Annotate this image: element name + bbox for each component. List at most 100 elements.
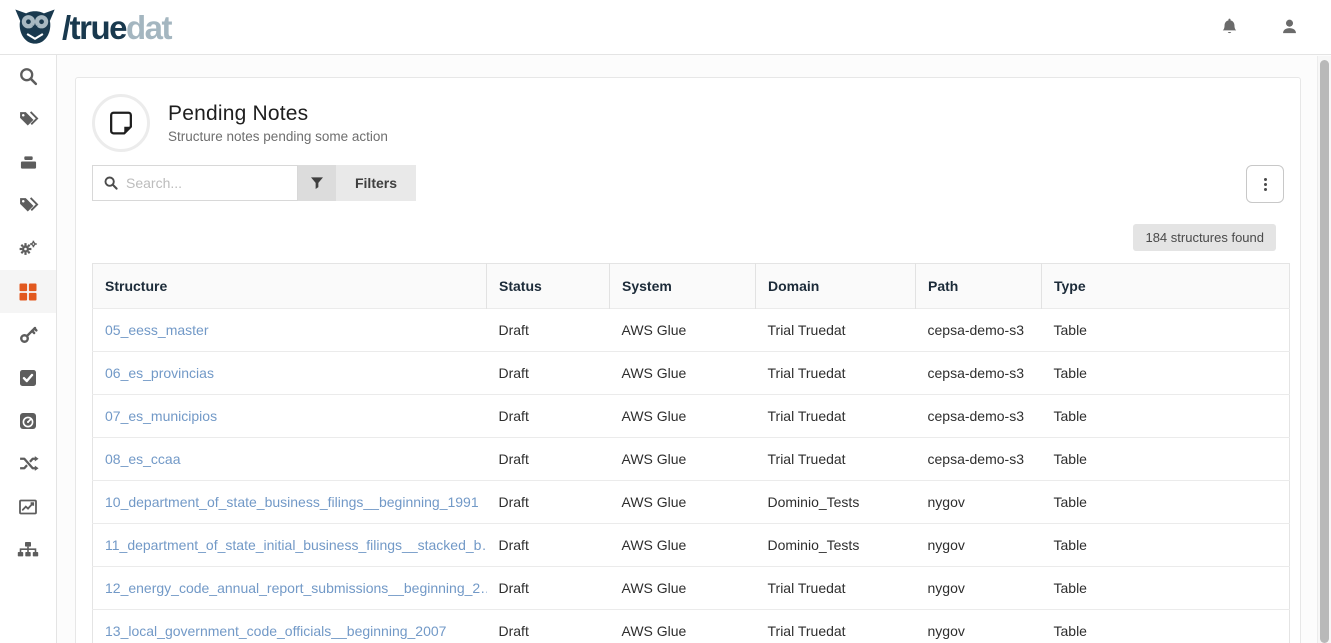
cell-type: Table xyxy=(1042,438,1290,481)
search-icon xyxy=(103,175,119,191)
column-header-domain: Domain xyxy=(756,264,916,309)
cell-path: nygov xyxy=(916,524,1042,567)
cell-domain: Trial Truedat xyxy=(756,395,916,438)
owl-icon xyxy=(14,7,56,47)
notifications-button[interactable] xyxy=(1217,15,1241,39)
cell-system: AWS Glue xyxy=(610,567,756,610)
truedat-logo[interactable]: /truedat xyxy=(14,7,171,47)
cell-system: AWS Glue xyxy=(610,395,756,438)
filters-button[interactable]: Filters xyxy=(336,165,416,201)
page-header: Pending Notes Structure notes pending so… xyxy=(92,94,1284,152)
structure-link[interactable]: 12_energy_code_annual_report_submissions… xyxy=(105,580,487,596)
page-subtitle: Structure notes pending some action xyxy=(168,129,388,144)
cell-system: AWS Glue xyxy=(610,309,756,352)
top-navbar: /truedat xyxy=(0,0,1331,55)
cell-status: Draft xyxy=(487,524,610,567)
funnel-icon xyxy=(309,175,325,191)
structure-link[interactable]: 05_eess_master xyxy=(105,322,209,338)
table-row: 13_local_government_code_officials__begi… xyxy=(93,610,1290,643)
search-icon xyxy=(18,66,39,87)
table-row: 10_department_of_state_business_filings_… xyxy=(93,481,1290,524)
cell-structure: 07_es_municipios xyxy=(93,395,487,438)
cell-structure: 10_department_of_state_business_filings_… xyxy=(93,481,487,524)
cell-path: nygov xyxy=(916,610,1042,643)
sidebar-item-sitemap[interactable] xyxy=(0,528,56,571)
cell-type: Table xyxy=(1042,567,1290,610)
table-row: 07_es_municipios DraftAWS GlueTrial Trued… xyxy=(93,395,1290,438)
sidebar-item-dashboards[interactable] xyxy=(0,485,56,528)
cell-structure: 12_energy_code_annual_report_submissions… xyxy=(93,567,487,610)
cell-path: cepsa-demo-s3 xyxy=(916,438,1042,481)
structure-link[interactable]: 13_local_government_code_officials__begi… xyxy=(105,623,446,639)
cell-status: Draft xyxy=(487,352,610,395)
sidebar-item-permissions[interactable] xyxy=(0,313,56,356)
column-header-structure: Structure xyxy=(93,264,487,309)
briefcase-icon xyxy=(18,152,39,173)
sidebar-item-glossary[interactable] xyxy=(0,98,56,141)
check-square-icon xyxy=(18,368,38,388)
structure-link[interactable]: 06_es_provincias xyxy=(105,365,214,381)
gauge-icon xyxy=(18,411,38,431)
column-header-system: System xyxy=(610,264,756,309)
shuffle-icon xyxy=(18,453,39,474)
chart-line-icon xyxy=(18,497,38,517)
search-box xyxy=(92,165,298,201)
sidebar-item-quality[interactable] xyxy=(0,399,56,442)
toolbar: Filters xyxy=(92,165,1284,203)
cell-type: Table xyxy=(1042,352,1290,395)
cell-path: nygov xyxy=(916,567,1042,610)
cell-system: AWS Glue xyxy=(610,352,756,395)
cell-system: AWS Glue xyxy=(610,481,756,524)
cell-structure: 08_es_ccaa xyxy=(93,438,487,481)
sidebar-item-business-concepts[interactable] xyxy=(0,141,56,184)
sitemap-icon xyxy=(17,540,39,560)
cell-domain: Trial Truedat xyxy=(756,438,916,481)
table-row: 08_es_ccaa DraftAWS GlueTrial Truedatceps… xyxy=(93,438,1290,481)
scrollbar-thumb[interactable] xyxy=(1320,60,1329,643)
table-row: 06_es_provinciasDraftAWS GlueTrial Trued… xyxy=(93,352,1290,395)
cell-path: cepsa-demo-s3 xyxy=(916,395,1042,438)
tags-icon xyxy=(18,109,39,130)
search-input[interactable] xyxy=(126,175,286,191)
cell-structure: 11_department_of_state_initial_business_… xyxy=(93,524,487,567)
grid-icon xyxy=(18,282,38,302)
tags-icon xyxy=(18,195,39,216)
cell-status: Draft xyxy=(487,438,610,481)
filter-funnel-button[interactable] xyxy=(298,165,336,201)
cell-type: Table xyxy=(1042,309,1290,352)
structures-table: StructureStatusSystemDomainPathType 05_e… xyxy=(92,263,1290,643)
vertical-scrollbar[interactable] xyxy=(1317,56,1331,643)
structure-link[interactable]: 11_department_of_state_initial_business_… xyxy=(105,537,487,553)
sidebar-item-search[interactable] xyxy=(0,55,56,98)
table-row: 11_department_of_state_initial_business_… xyxy=(93,524,1290,567)
table-body: 05_eess_masterDraftAWS GlueTrial Truedat… xyxy=(93,309,1290,643)
cell-type: Table xyxy=(1042,524,1290,567)
bell-icon xyxy=(1220,17,1239,37)
cell-status: Draft xyxy=(487,395,610,438)
cell-domain: Dominio_Tests xyxy=(756,481,916,524)
cell-structure: 13_local_government_code_officials__begi… xyxy=(93,610,487,643)
cell-structure: 05_eess_master xyxy=(93,309,487,352)
more-options-button[interactable] xyxy=(1246,165,1284,203)
sidebar-item-lineage[interactable] xyxy=(0,442,56,485)
user-menu-button[interactable] xyxy=(1277,15,1301,39)
cell-status: Draft xyxy=(487,567,610,610)
structure-link[interactable]: 07_es_municipios xyxy=(105,408,217,424)
pending-notes-card: Pending Notes Structure notes pending so… xyxy=(75,77,1301,643)
results-count-badge: 184 structures found xyxy=(1133,224,1276,251)
sidebar-item-taxonomy[interactable] xyxy=(0,184,56,227)
note-icon xyxy=(92,94,150,152)
cell-domain: Trial Truedat xyxy=(756,567,916,610)
structure-link[interactable]: 10_department_of_state_business_filings_… xyxy=(105,494,479,510)
structure-link[interactable]: 08_es_ccaa xyxy=(105,451,181,467)
cell-structure: 06_es_provincias xyxy=(93,352,487,395)
logo-wordmark: /truedat xyxy=(62,11,171,44)
gears-icon xyxy=(17,238,39,259)
sidebar-item-structures[interactable] xyxy=(0,270,56,313)
sidebar-item-admin[interactable] xyxy=(0,227,56,270)
kebab-icon xyxy=(1264,178,1267,191)
column-header-path: Path xyxy=(916,264,1042,309)
table-row: 05_eess_masterDraftAWS GlueTrial Truedat… xyxy=(93,309,1290,352)
cell-system: AWS Glue xyxy=(610,438,756,481)
sidebar-item-rules[interactable] xyxy=(0,356,56,399)
